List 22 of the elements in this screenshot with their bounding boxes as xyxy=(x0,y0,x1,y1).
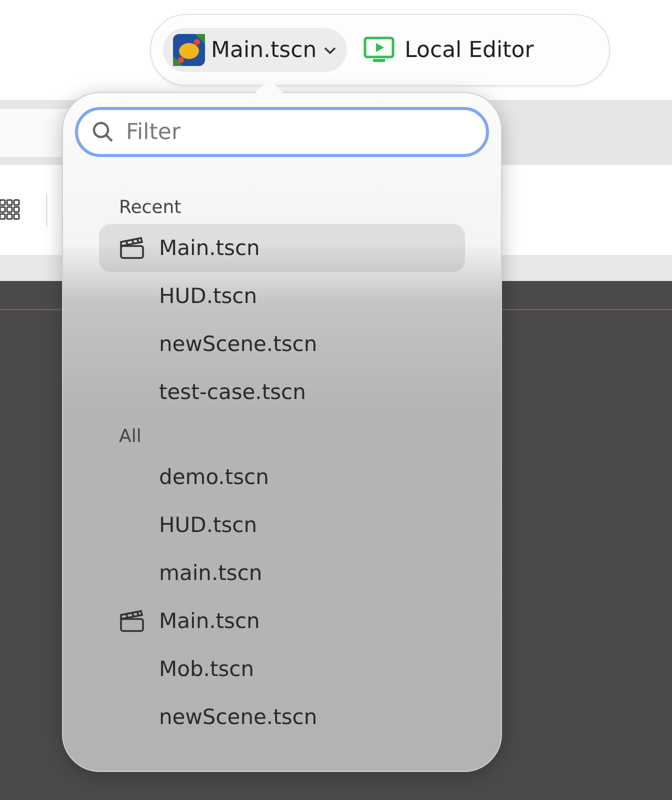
clapperboard-icon xyxy=(119,610,145,632)
scene-list-item[interactable]: demo.tscn xyxy=(99,453,465,501)
section-header: Recent xyxy=(119,197,182,218)
scene-selector-button[interactable]: Main.tscn xyxy=(163,28,347,72)
scene-list-item[interactable]: HUD.tscn xyxy=(99,272,465,320)
scene-list-item[interactable]: main.tscn xyxy=(99,549,465,597)
scene-list-item[interactable]: Main.tscn xyxy=(99,597,465,645)
grid-icon xyxy=(0,199,20,221)
filter-field[interactable]: Filter xyxy=(75,107,489,157)
monitor-play-icon xyxy=(362,36,395,64)
chevron-down-icon xyxy=(322,46,337,54)
scene-list-item[interactable]: newScene.tscn xyxy=(99,320,465,368)
scene-list-item[interactable]: Mob.tscn xyxy=(99,645,465,693)
section-header: All xyxy=(119,426,142,447)
clapperboard-icon xyxy=(119,237,145,259)
game-logo-icon xyxy=(173,34,205,66)
search-icon xyxy=(91,120,115,144)
scene-list-item[interactable]: Main.tscn xyxy=(99,224,465,272)
scene-list-item[interactable]: test-case.tscn xyxy=(99,368,465,416)
scene-list-item[interactable]: newScene.tscn xyxy=(99,693,465,741)
run-target-button[interactable]: Local Editor xyxy=(356,28,540,72)
scene-list-item[interactable]: HUD.tscn xyxy=(99,501,465,549)
